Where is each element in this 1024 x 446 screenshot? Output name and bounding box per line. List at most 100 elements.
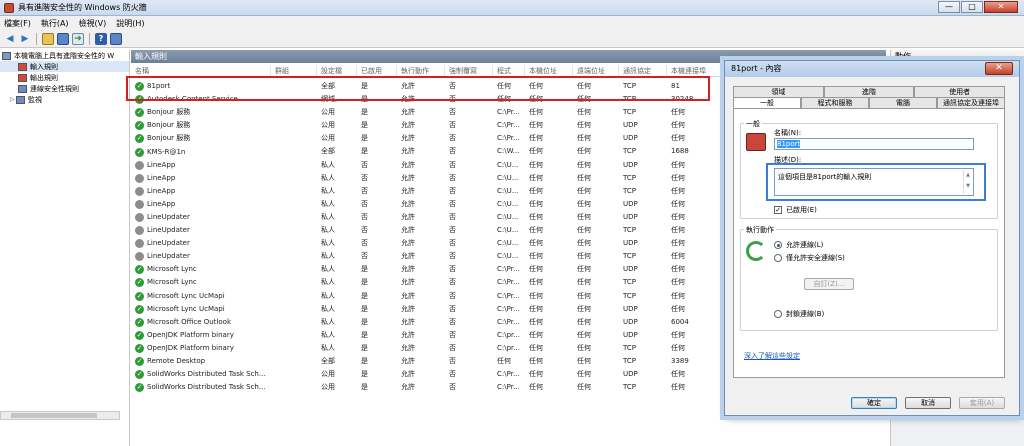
back-icon[interactable]: ◀ [4,33,16,45]
dialog-close-button[interactable]: ✕ [985,62,1013,75]
col-program[interactable]: 程式 [493,65,525,76]
enabled-checkbox[interactable]: ✓ [774,206,782,214]
col-name[interactable]: 名稱 [131,65,271,76]
rule-cell-enabled: 否 [361,186,368,195]
firewall-computer-icon [2,51,11,60]
rule-name-cell: ✓ OpenJDK Platform binary [131,342,271,355]
close-window-button[interactable]: ✕ [984,1,1018,13]
apply-button[interactable]: 套用(A) [959,397,1005,409]
allow-rule-icon: ✓ [135,304,144,314]
col-action[interactable]: 執行動作 [397,65,445,76]
minimize-button[interactable]: — [938,1,960,13]
rule-cell-override: 否 [449,343,456,352]
rule-name: Bonjour 服務 [147,121,191,130]
tree-item-outbound-rules[interactable]: 輸出規則 [0,72,129,83]
menu-action[interactable]: 執行(A) [41,18,69,29]
rule-name: Microsoft Lync [147,265,197,274]
menu-file[interactable]: 檔案(F) [4,18,31,29]
disabled-rule-icon [135,226,144,236]
ok-button[interactable]: 確定 [851,397,897,409]
tab-programs-services[interactable]: 程式和服務 [801,97,869,108]
show-hide-actions-icon[interactable] [110,32,122,45]
rule-cell-override: 否 [449,278,456,287]
cancel-button[interactable]: 取消 [905,397,951,409]
rule-cell-program: C:\U... [497,212,519,221]
rule-cell-group [271,172,317,185]
menu-view[interactable]: 檢視(V) [79,18,107,29]
tab-general[interactable]: 一般 [733,97,801,108]
rule-cell-profile: 公用 [321,134,335,143]
tab-scope[interactable]: 領域 [733,86,824,97]
allow-rule-icon: ✓ [135,121,144,131]
rule-cell-local: 任何 [529,226,543,235]
tree-item-monitoring[interactable]: ▷ 監視 [0,94,129,105]
col-remote-address[interactable]: 遠端位址 [573,65,619,76]
rule-cell-protocol: UDP [623,121,638,130]
disabled-rule-icon [135,252,144,262]
show-hide-tree-icon[interactable] [57,32,69,45]
rule-name-cell: LineUpdater [131,237,271,250]
allow-secure-radio[interactable] [774,254,782,262]
tab-advanced[interactable]: 進階 [823,86,915,97]
col-override[interactable]: 強制覆寫 [445,65,493,76]
rule-cell-override: 否 [449,121,456,130]
rule-cell-enabled: 是 [361,304,368,313]
col-profile[interactable]: 設定檔 [317,65,357,76]
maximize-button[interactable]: □ [961,1,983,13]
name-label: 名稱(N): [774,129,802,137]
up-folder-icon[interactable] [42,32,54,45]
tree-item-inbound-rules[interactable]: 輸入規則 [0,61,129,72]
tree-item-connection-security[interactable]: 連線安全性規則 [0,83,129,94]
rule-cell-remote: 任何 [577,239,591,248]
block-connection-radio[interactable] [774,310,782,318]
rule-cell-local: 任何 [529,173,543,182]
rule-cell-protocol: UDP [623,330,638,339]
col-protocol[interactable]: 通訊協定 [619,65,667,76]
rule-cell-action: 允許 [401,383,415,392]
rule-cell-protocol: TCP [623,356,636,365]
menu-help[interactable]: 說明(H) [116,18,144,29]
rule-cell-override: 否 [449,304,456,313]
scrollbar-thumb[interactable] [11,413,97,418]
rule-name-cell: LineApp [131,198,271,211]
rule-cell-program: C:\U... [497,239,519,248]
toolbar-divider [89,32,90,45]
rule-cell-program: C:\U... [497,160,519,169]
tab-computers[interactable]: 電腦 [869,97,937,108]
col-enabled[interactable]: 已啟用 [357,65,397,76]
customize-button[interactable]: 自訂(Z)... [804,278,854,290]
allow-rule-icon: ✓ [135,134,144,144]
tab-protocols-ports[interactable]: 通訊協定及連接埠 [937,97,1005,108]
rule-cell-port: 3389 [671,356,689,365]
forward-icon[interactable]: ▶ [19,33,31,45]
col-local-address[interactable]: 本機位址 [525,65,573,76]
rule-cell-local: 任何 [529,212,543,221]
rule-cell-local: 任何 [529,147,543,156]
rule-name-cell: LineUpdater [131,224,271,237]
inbound-rules-icon [18,62,27,71]
allow-rule-icon: ✓ [135,108,144,118]
window-title-bar: 具有進階安全性的 Windows 防火牆 — □ ✕ [0,0,1024,16]
rule-cell-group [271,263,317,276]
help-icon[interactable]: ? [95,32,107,45]
allow-rule-icon: ✓ [135,278,144,288]
rule-name: OpenJDK Platform binary [147,330,234,339]
rule-cell-local: 任何 [529,134,543,143]
general-tab-panel: 一般 名稱(N): 81port 描述(D): 這個項目是81port的輸入規則… [733,108,1005,378]
rule-name: KMS-R@1n [147,147,186,156]
name-input[interactable]: 81port [774,138,974,150]
dialog-title: 81port - 內容 [731,64,782,73]
tree-horizontal-scrollbar[interactable] [0,411,120,420]
tree-root[interactable]: 本機電腦上具有進階安全性的 W [0,50,129,61]
export-icon[interactable]: ➜ [72,32,84,45]
tab-users[interactable]: 使用者 [914,86,1006,97]
rule-cell-local: 任何 [529,239,543,248]
learn-more-link[interactable]: 深入了解這些設定 [744,351,800,361]
allow-connection-radio[interactable] [774,241,782,249]
rule-name: Microsoft Lync [147,278,197,287]
allow-rule-icon: ✓ [135,370,144,380]
navigation-tree: 本機電腦上具有進階安全性的 W 輸入規則 輸出規則 連線安全性規則 ▷ 監視 [0,50,130,446]
rule-name: Microsoft Office Outlook [147,317,231,326]
col-local-port[interactable]: 本機連接埠 [667,65,727,76]
col-group[interactable]: 群組 [271,65,317,76]
